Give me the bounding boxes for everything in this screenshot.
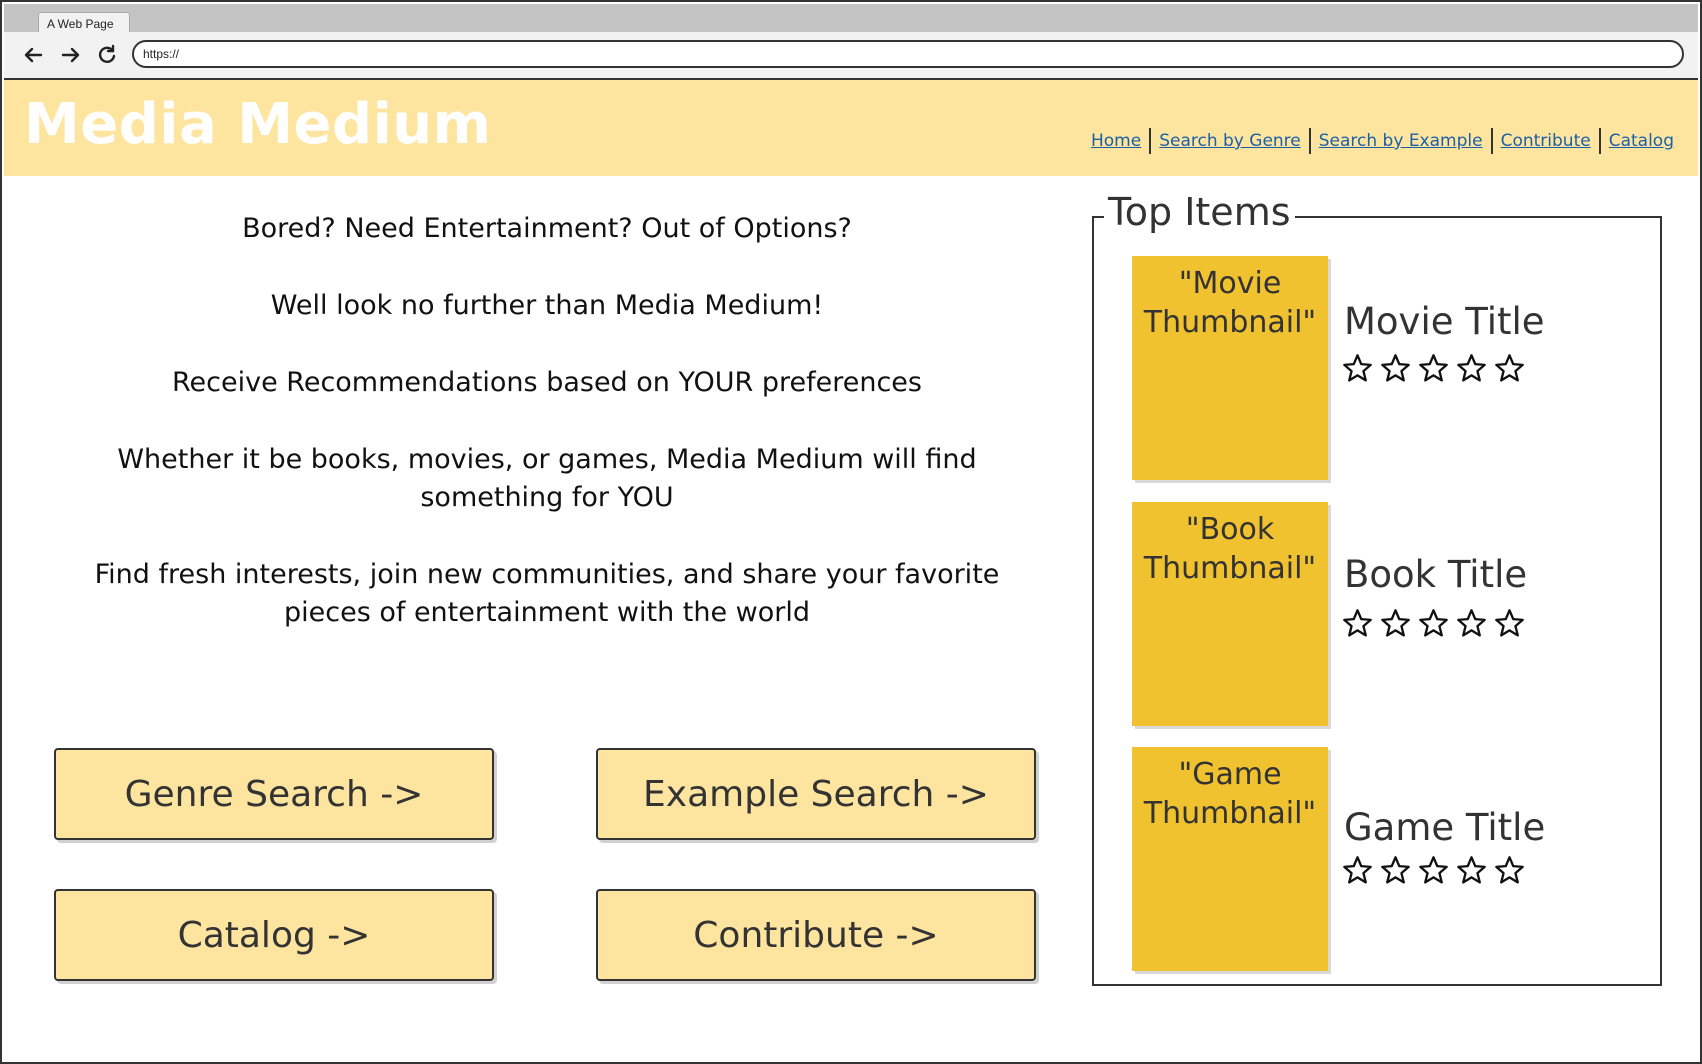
intro-line-1: Bored? Need Entertainment? Out of Option… bbox=[242, 213, 852, 244]
star-icon[interactable] bbox=[1342, 353, 1373, 384]
movie-title[interactable]: Movie Title bbox=[1344, 300, 1545, 343]
nav-link-search-by-genre[interactable]: Search by Genre bbox=[1151, 131, 1309, 151]
movie-thumbnail[interactable]: "Movie Thumbnail" bbox=[1132, 256, 1328, 480]
nav-link-contribute[interactable]: Contribute bbox=[1493, 131, 1599, 151]
genre-search-button[interactable]: Genre Search -> bbox=[54, 748, 494, 840]
example-search-button[interactable]: Example Search -> bbox=[596, 748, 1036, 840]
game-rating bbox=[1342, 855, 1525, 886]
intro-text: Bored? Need Entertainment? Out of Option… bbox=[52, 210, 1042, 671]
game-title[interactable]: Game Title bbox=[1344, 806, 1545, 849]
star-icon[interactable] bbox=[1456, 855, 1487, 886]
star-icon[interactable] bbox=[1456, 353, 1487, 384]
star-icon[interactable] bbox=[1456, 608, 1487, 639]
contribute-button[interactable]: Contribute -> bbox=[596, 889, 1036, 981]
catalog-button[interactable]: Catalog -> bbox=[54, 889, 494, 981]
star-icon[interactable] bbox=[1418, 608, 1449, 639]
star-icon[interactable] bbox=[1342, 855, 1373, 886]
thumbnail-label: "Movie Thumbnail" bbox=[1143, 266, 1317, 340]
nav-link-home[interactable]: Home bbox=[1083, 131, 1149, 151]
reload-icon[interactable] bbox=[92, 40, 122, 70]
browser-toolbar: https:// bbox=[4, 32, 1698, 80]
book-rating bbox=[1342, 608, 1525, 639]
star-icon[interactable] bbox=[1380, 855, 1411, 886]
intro-line-4: Whether it be books, movies, or games, M… bbox=[117, 444, 977, 513]
book-title[interactable]: Book Title bbox=[1344, 553, 1527, 596]
game-thumbnail[interactable]: "Game Thumbnail" bbox=[1132, 747, 1328, 971]
star-icon[interactable] bbox=[1418, 353, 1449, 384]
book-thumbnail[interactable]: "Book Thumbnail" bbox=[1132, 502, 1328, 726]
star-icon[interactable] bbox=[1380, 608, 1411, 639]
url-input[interactable]: https:// bbox=[132, 40, 1684, 68]
star-icon[interactable] bbox=[1494, 353, 1525, 384]
movie-rating bbox=[1342, 353, 1525, 384]
star-icon[interactable] bbox=[1418, 855, 1449, 886]
tab-strip: A Web Page bbox=[4, 4, 1698, 35]
back-arrow-icon[interactable] bbox=[18, 40, 48, 70]
browser-window: A Web Page https:// Media Medium Home Se… bbox=[0, 0, 1702, 1064]
top-items-title: Top Items bbox=[1104, 190, 1295, 234]
intro-line-3: Receive Recommendations based on YOUR pr… bbox=[172, 367, 922, 398]
intro-line-5: Find fresh interests, join new communiti… bbox=[94, 559, 1000, 628]
star-icon[interactable] bbox=[1380, 353, 1411, 384]
star-icon[interactable] bbox=[1494, 608, 1525, 639]
thumbnail-label: "Book Thumbnail" bbox=[1143, 512, 1317, 586]
site-title: Media Medium bbox=[24, 92, 492, 157]
site-header: Media Medium Home Search by Genre Search… bbox=[4, 80, 1698, 176]
nav-link-search-by-example[interactable]: Search by Example bbox=[1311, 131, 1491, 151]
thumbnail-label: "Game Thumbnail" bbox=[1143, 757, 1317, 831]
site-nav: Home Search by Genre Search by Example C… bbox=[1083, 128, 1682, 154]
forward-arrow-icon[interactable] bbox=[56, 40, 86, 70]
intro-line-2: Well look no further than Media Medium! bbox=[270, 290, 824, 321]
star-icon[interactable] bbox=[1494, 855, 1525, 886]
nav-link-catalog[interactable]: Catalog bbox=[1601, 131, 1682, 151]
star-icon[interactable] bbox=[1342, 608, 1373, 639]
